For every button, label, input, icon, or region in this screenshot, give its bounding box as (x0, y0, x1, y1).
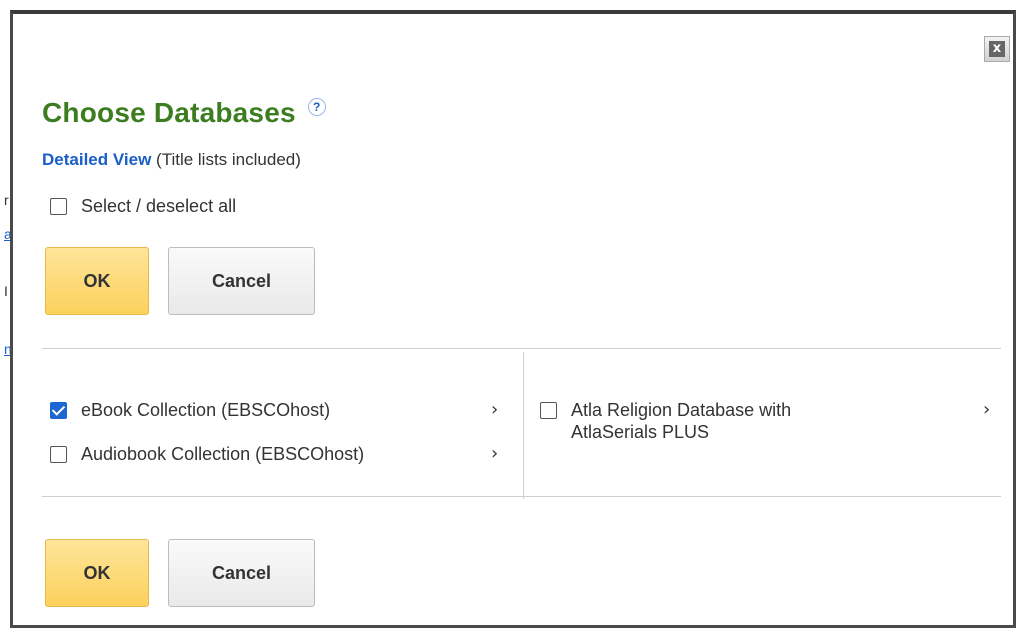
close-icon: x (989, 41, 1005, 57)
database-item-audiobook[interactable]: Audiobook Collection (EBSCOhost) (50, 443, 364, 465)
detailed-view-link[interactable]: Detailed View (42, 150, 151, 169)
database-label: Atla Religion Database with AtlaSerials … (571, 400, 792, 442)
atla-religion-checkbox[interactable] (540, 402, 557, 419)
ok-button-bottom[interactable]: OK (45, 539, 149, 607)
database-label: eBook Collection (EBSCOhost) (81, 400, 331, 420)
chevron-right-icon[interactable]: › (983, 399, 990, 420)
column-divider (523, 352, 524, 499)
choose-databases-dialog: x Choose Databases ? Detailed View (Titl… (10, 10, 1016, 628)
chevron-right-icon[interactable]: › (491, 399, 498, 420)
database-item-atla[interactable]: Atla Religion Database with AtlaSerials … (540, 399, 871, 443)
close-button[interactable]: x (984, 36, 1010, 62)
ok-button-top[interactable]: OK (45, 247, 149, 315)
help-icon[interactable]: ? (307, 98, 326, 116)
select-all-label: Select / deselect all (81, 196, 237, 216)
dialog-title-text: Choose Databases (42, 97, 296, 128)
ebook-collection-checkbox[interactable] (50, 402, 67, 419)
divider-top (42, 348, 1001, 349)
database-item-ebook[interactable]: eBook Collection (EBSCOhost) (50, 399, 330, 421)
detailed-view-row: Detailed View (Title lists included) (42, 150, 301, 170)
audiobook-collection-checkbox[interactable] (50, 446, 67, 463)
dialog-title: Choose Databases ? (42, 97, 326, 129)
select-all-checkbox[interactable] (50, 198, 67, 215)
cancel-button-top[interactable]: Cancel (168, 247, 315, 315)
select-all-row[interactable]: Select / deselect all (50, 196, 236, 217)
detailed-view-note: (Title lists included) (156, 150, 301, 169)
divider-bottom (42, 496, 1001, 497)
chevron-right-icon[interactable]: › (491, 443, 498, 464)
cancel-button-bottom[interactable]: Cancel (168, 539, 315, 607)
database-label: Audiobook Collection (EBSCOhost) (81, 444, 365, 464)
